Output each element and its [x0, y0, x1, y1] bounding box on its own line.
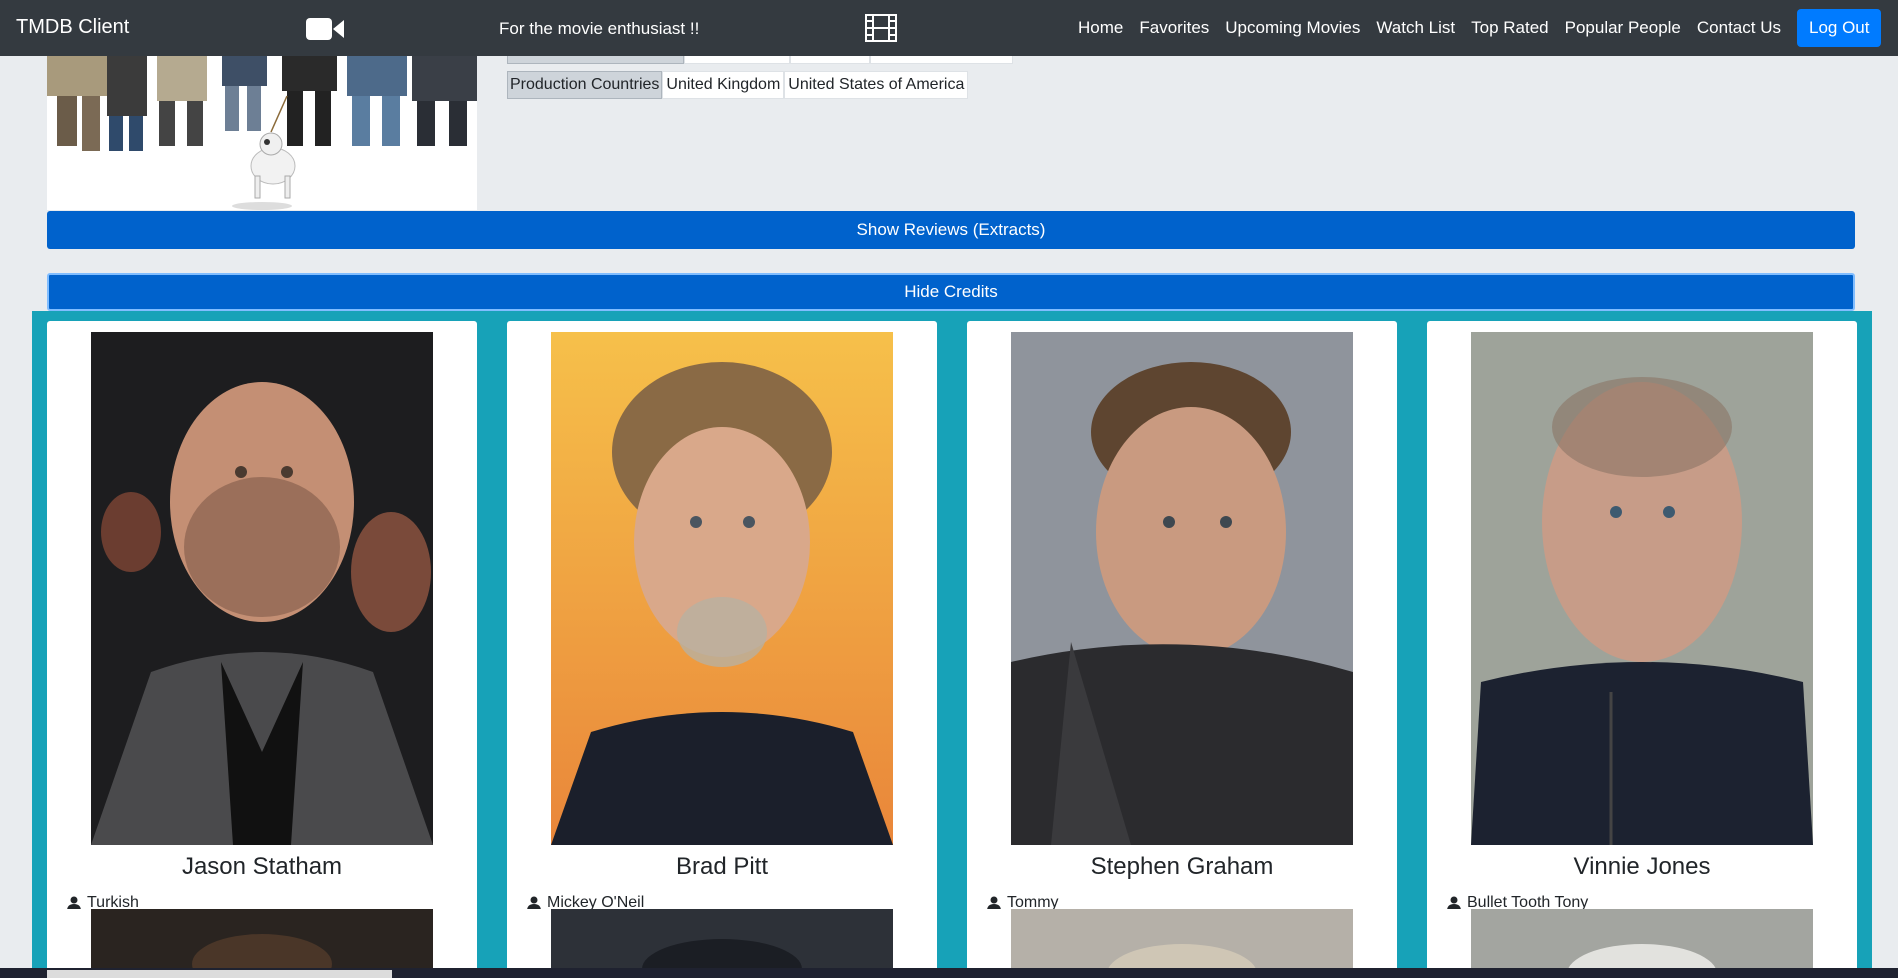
os-taskbar — [0, 968, 1898, 978]
cast-name: Vinnie Jones — [1573, 853, 1711, 880]
nav-link-top-rated[interactable]: Top Rated — [1463, 18, 1557, 38]
cast-card[interactable]: Vinnie Jones Bullet Tooth Tony — [1427, 321, 1857, 917]
logout-button[interactable]: Log Out — [1796, 9, 1882, 47]
production-countries-row: Production Countries United Kingdom Unit… — [507, 71, 969, 99]
production-country: United Kingdom — [662, 71, 785, 99]
show-reviews-button[interactable]: Show Reviews (Extracts) — [47, 211, 1855, 249]
nav-link-home[interactable]: Home — [1070, 18, 1131, 38]
production-countries-label: Production Countries — [507, 71, 663, 99]
details-table-top-edge — [507, 56, 1013, 64]
cast-card[interactable]: Stephen Graham Tommy — [967, 321, 1397, 917]
production-country: United States of America — [784, 71, 969, 99]
cast-photo — [1471, 332, 1813, 845]
cast-name: Stephen Graham — [1090, 853, 1274, 880]
cast-name: Brad Pitt — [675, 853, 769, 880]
film-icon — [865, 14, 897, 42]
nav-link-watch-list[interactable]: Watch List — [1368, 18, 1463, 38]
cast-name: Jason Statham — [181, 853, 343, 880]
top-navbar: TMDB Client For the movie enthusiast !! … — [0, 0, 1898, 56]
cast-photo — [91, 332, 433, 845]
credits-section: Jason Statham Turkish Brad Pitt Mickey O… — [32, 311, 1872, 978]
brand-title[interactable]: TMDB Client — [16, 16, 129, 39]
nav-link-favorites[interactable]: Favorites — [1131, 18, 1217, 38]
hide-credits-button[interactable]: Hide Credits — [47, 273, 1855, 311]
cast-photo — [551, 332, 893, 845]
nav-link-upcoming-movies[interactable]: Upcoming Movies — [1217, 18, 1368, 38]
cast-photo — [1011, 332, 1353, 845]
tagline: For the movie enthusiast !! — [499, 19, 700, 38]
cast-card[interactable]: Brad Pitt Mickey O'Neil — [507, 321, 937, 917]
movie-poster — [47, 56, 477, 210]
cast-card[interactable]: Jason Statham Turkish — [47, 321, 477, 917]
nav-links: Home Favorites Upcoming Movies Watch Lis… — [1070, 0, 1882, 56]
nav-link-popular-people[interactable]: Popular People — [1557, 18, 1689, 38]
video-camera-icon — [306, 18, 344, 40]
taskbar-segment — [47, 970, 392, 978]
nav-link-contact-us[interactable]: Contact Us — [1689, 18, 1789, 38]
